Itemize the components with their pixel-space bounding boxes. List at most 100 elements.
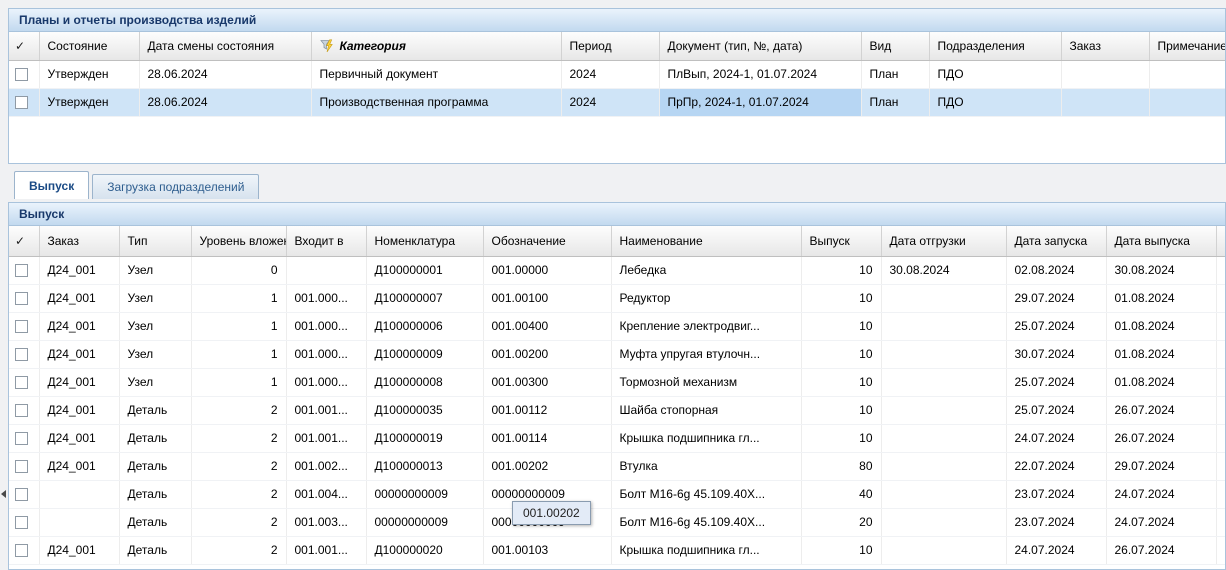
- cell-level[interactable]: 1: [191, 368, 286, 396]
- cell-order[interactable]: Д24_001: [39, 536, 119, 564]
- cell-type[interactable]: Узел: [119, 340, 191, 368]
- cell-select[interactable]: [9, 368, 39, 396]
- column-header-order[interactable]: Заказ: [39, 226, 119, 256]
- cell-nomenclature[interactable]: Д100000001: [366, 256, 483, 284]
- cell-name[interactable]: Муфта упругая втулочн...: [611, 340, 801, 368]
- column-header-document[interactable]: Документ (тип, №, дата): [659, 32, 861, 60]
- cell-ship-date[interactable]: [881, 480, 1006, 508]
- cell-document[interactable]: ПрПр, 2024-1, 01.07.2024: [659, 88, 861, 116]
- cell-release-date[interactable]: 24.07.2024: [1106, 480, 1216, 508]
- cell-ship-date[interactable]: [881, 424, 1006, 452]
- cell-level[interactable]: 0: [191, 256, 286, 284]
- cell-designation[interactable]: 001.00112: [483, 396, 611, 424]
- output-row[interactable]: Д24_001 Узел 1 001.000... Д100000008 001…: [9, 368, 1226, 396]
- cell-parent[interactable]: 001.001...: [286, 396, 366, 424]
- output-row[interactable]: Д24_001 Узел 1 001.000... Д100000006 001…: [9, 312, 1226, 340]
- cell-parent[interactable]: 001.000...: [286, 312, 366, 340]
- cell-release-date[interactable]: 01.08.2024: [1106, 284, 1216, 312]
- cell-ship-date[interactable]: [881, 396, 1006, 424]
- cell-start-date[interactable]: 24.07.2024: [1006, 536, 1106, 564]
- cell-nomenclature[interactable]: Д100000006: [366, 312, 483, 340]
- cell-qty[interactable]: 20: [801, 508, 881, 536]
- column-header-category[interactable]: Категория: [311, 32, 561, 60]
- cell-note[interactable]: [1149, 60, 1226, 88]
- cell-level[interactable]: 2: [191, 424, 286, 452]
- cell-level[interactable]: 2: [191, 536, 286, 564]
- cell-nomenclature[interactable]: 00000000009: [366, 508, 483, 536]
- cell-start-date[interactable]: 02.08.2024: [1006, 256, 1106, 284]
- cell-note[interactable]: [1149, 88, 1226, 116]
- cell-nomenclature[interactable]: 00000000009: [366, 480, 483, 508]
- cell-start-date[interactable]: 30.07.2024: [1006, 340, 1106, 368]
- column-header-parent[interactable]: Входит в: [286, 226, 366, 256]
- cell-select[interactable]: [9, 312, 39, 340]
- cell-release-date[interactable]: 01.08.2024: [1106, 312, 1216, 340]
- cell-name[interactable]: Тормозной механизм: [611, 368, 801, 396]
- cell-designation[interactable]: 001.00114: [483, 424, 611, 452]
- column-header-order[interactable]: Заказ: [1061, 32, 1149, 60]
- output-row[interactable]: Д24_001 Деталь 2 001.001... Д100000035 0…: [9, 396, 1226, 424]
- cell-designation[interactable]: 001.00100: [483, 284, 611, 312]
- cell-level[interactable]: 1: [191, 340, 286, 368]
- cell-level[interactable]: 2: [191, 480, 286, 508]
- cell-qty[interactable]: 10: [801, 536, 881, 564]
- cell-period[interactable]: 2024: [561, 88, 659, 116]
- column-header-type[interactable]: Тип: [119, 226, 191, 256]
- cell-order[interactable]: [39, 480, 119, 508]
- cell-type[interactable]: Деталь: [119, 480, 191, 508]
- cell-name[interactable]: Крышка подшипника гл...: [611, 424, 801, 452]
- output-row[interactable]: Д24_001 Узел 0 Д100000001 001.00000 Лебе…: [9, 256, 1226, 284]
- cell-order[interactable]: Д24_001: [39, 340, 119, 368]
- column-header-name[interactable]: Наименование: [611, 226, 801, 256]
- cell-nomenclature[interactable]: Д100000020: [366, 536, 483, 564]
- cell-category[interactable]: Производственная программа: [311, 88, 561, 116]
- row-checkbox[interactable]: [15, 348, 28, 361]
- column-header-note[interactable]: Примечание: [1149, 32, 1226, 60]
- cell-name[interactable]: Втулка: [611, 452, 801, 480]
- cell-qty[interactable]: 40: [801, 480, 881, 508]
- cell-order[interactable]: Д24_001: [39, 424, 119, 452]
- cell-select[interactable]: [9, 424, 39, 452]
- cell-name[interactable]: Шайба стопорная: [611, 396, 801, 424]
- cell-level[interactable]: 2: [191, 508, 286, 536]
- row-checkbox[interactable]: [15, 488, 28, 501]
- cell-qty[interactable]: 10: [801, 340, 881, 368]
- cell-division[interactable]: ПДО: [929, 88, 1061, 116]
- cell-name[interactable]: Лебедка: [611, 256, 801, 284]
- cell-release-date[interactable]: 24.07.2024: [1106, 508, 1216, 536]
- cell-parent[interactable]: 001.003...: [286, 508, 366, 536]
- cell-parent[interactable]: 001.001...: [286, 536, 366, 564]
- column-header-division[interactable]: Подразделения: [929, 32, 1061, 60]
- cell-designation[interactable]: 001.00202: [483, 452, 611, 480]
- cell-select[interactable]: [9, 508, 39, 536]
- cell-release-date[interactable]: 01.08.2024: [1106, 368, 1216, 396]
- cell-ship-date[interactable]: [881, 508, 1006, 536]
- row-checkbox[interactable]: [15, 544, 28, 557]
- cell-qty[interactable]: 10: [801, 368, 881, 396]
- cell-parent[interactable]: 001.002...: [286, 452, 366, 480]
- cell-start-date[interactable]: 25.07.2024: [1006, 312, 1106, 340]
- cell-release-date[interactable]: 26.07.2024: [1106, 536, 1216, 564]
- cell-select[interactable]: [9, 452, 39, 480]
- cell-state[interactable]: Утвержден: [39, 60, 139, 88]
- cell-nomenclature[interactable]: Д100000019: [366, 424, 483, 452]
- cell-select[interactable]: [9, 88, 39, 116]
- cell-level[interactable]: 2: [191, 452, 286, 480]
- cell-qty[interactable]: 10: [801, 424, 881, 452]
- splitter-collapse-icon[interactable]: [1, 490, 6, 498]
- cell-type[interactable]: Узел: [119, 256, 191, 284]
- cell-qty[interactable]: 10: [801, 284, 881, 312]
- plan-row[interactable]: Утвержден 28.06.2024 Первичный документ …: [9, 60, 1226, 88]
- cell-start-date[interactable]: 23.07.2024: [1006, 508, 1106, 536]
- cell-qty[interactable]: 10: [801, 396, 881, 424]
- cell-type[interactable]: Деталь: [119, 424, 191, 452]
- cell-qty[interactable]: 80: [801, 452, 881, 480]
- cell-select[interactable]: [9, 480, 39, 508]
- cell-designation[interactable]: 001.00400: [483, 312, 611, 340]
- cell-release-date[interactable]: 01.08.2024: [1106, 340, 1216, 368]
- cell-order[interactable]: Д24_001: [39, 312, 119, 340]
- cell-order[interactable]: Д24_001: [39, 284, 119, 312]
- cell-name[interactable]: Болт М16-6g 45.109.40Х...: [611, 508, 801, 536]
- cell-designation[interactable]: 001.00103: [483, 536, 611, 564]
- cell-state-date[interactable]: 28.06.2024: [139, 88, 311, 116]
